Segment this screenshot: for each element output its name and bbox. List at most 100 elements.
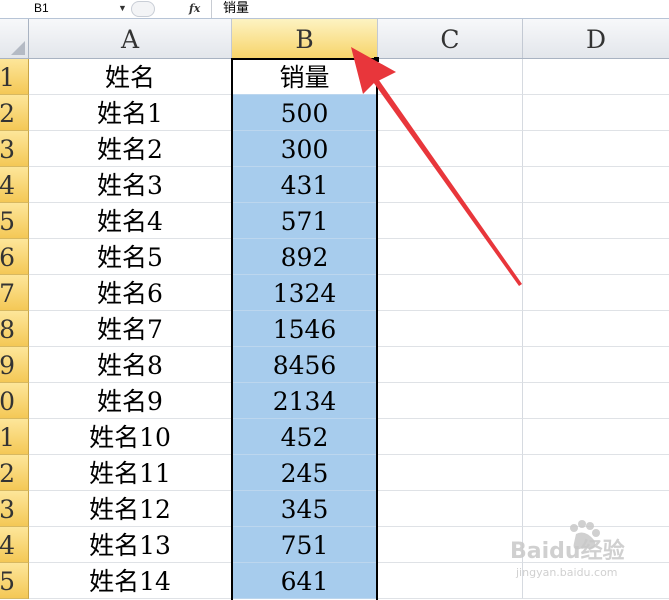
- column-header-a[interactable]: A: [29, 19, 232, 58]
- cell-c[interactable]: [378, 59, 523, 95]
- cell-d[interactable]: [523, 491, 669, 527]
- cell-a[interactable]: 姓名14: [29, 563, 232, 599]
- cell-d[interactable]: [523, 167, 669, 203]
- row-header[interactable]: 15: [0, 563, 29, 599]
- cell-d[interactable]: [523, 311, 669, 347]
- cell-b[interactable]: 500: [232, 95, 377, 131]
- cell-c[interactable]: [378, 131, 523, 167]
- cell-a[interactable]: 姓名4: [29, 203, 232, 239]
- cell-b[interactable]: 431: [232, 167, 377, 203]
- row-header[interactable]: 2: [0, 95, 29, 131]
- cell-c[interactable]: [378, 239, 523, 275]
- cell-a[interactable]: 姓名12: [29, 491, 232, 527]
- cell-b[interactable]: 452: [232, 419, 377, 455]
- cell-c[interactable]: [378, 347, 523, 383]
- formula-input[interactable]: 销量: [223, 0, 249, 17]
- row-number: 2: [0, 99, 15, 128]
- row-number: 14: [0, 531, 15, 560]
- cell-c[interactable]: [378, 275, 523, 311]
- row-number: 15: [0, 567, 15, 596]
- cell-b[interactable]: 8456: [232, 347, 377, 383]
- cell-d[interactable]: [523, 383, 669, 419]
- cell-c[interactable]: [378, 563, 523, 599]
- name-box[interactable]: B1 ▼: [0, 0, 128, 17]
- column-header-row: A B C D: [0, 19, 669, 60]
- cell-c[interactable]: [378, 311, 523, 347]
- chevron-down-icon[interactable]: ▼: [118, 0, 127, 17]
- cell-d[interactable]: [523, 59, 669, 95]
- row-header[interactable]: 13: [0, 491, 29, 527]
- cell-d[interactable]: [523, 347, 669, 383]
- row-number: 7: [0, 279, 15, 308]
- cell-c[interactable]: [378, 383, 523, 419]
- cell-c[interactable]: [378, 203, 523, 239]
- row-number: 13: [0, 495, 15, 524]
- cell-a[interactable]: 姓名1: [29, 95, 232, 131]
- cell-a[interactable]: 姓名8: [29, 347, 232, 383]
- cell-b[interactable]: 751: [232, 527, 377, 563]
- cell-a[interactable]: 姓名11: [29, 455, 232, 491]
- cell-c[interactable]: [378, 491, 523, 527]
- cell-a[interactable]: 姓名6: [29, 275, 232, 311]
- row-header[interactable]: 6: [0, 239, 29, 275]
- cell-b[interactable]: 641: [232, 563, 377, 599]
- worksheet-grid: 1 姓名 销量 2 姓名1 500 3 姓名2 300 4 姓名3 431 5 姓名4 571 6 姓名5 892…: [0, 59, 669, 599]
- cell-a[interactable]: 姓名9: [29, 383, 232, 419]
- cell-a[interactable]: 姓名10: [29, 419, 232, 455]
- cell-a[interactable]: 姓名: [29, 59, 232, 95]
- cell-b[interactable]: 2134: [232, 383, 377, 419]
- row-number: 1: [0, 63, 15, 92]
- cell-d[interactable]: [523, 203, 669, 239]
- cell-b[interactable]: 345: [232, 491, 377, 527]
- cell-d[interactable]: [523, 419, 669, 455]
- cell-c[interactable]: [378, 167, 523, 203]
- cell-d[interactable]: [523, 527, 669, 563]
- cell-d[interactable]: [523, 131, 669, 167]
- row-header[interactable]: 8: [0, 311, 29, 347]
- cell-a[interactable]: 姓名13: [29, 527, 232, 563]
- cell-c[interactable]: [378, 95, 523, 131]
- cell-b[interactable]: 1546: [232, 311, 377, 347]
- row-header[interactable]: 4: [0, 167, 29, 203]
- row-header[interactable]: 3: [0, 131, 29, 167]
- cell-d[interactable]: [523, 563, 669, 599]
- cell-c[interactable]: [378, 419, 523, 455]
- column-header-d[interactable]: D: [523, 19, 669, 58]
- fill-handle[interactable]: [374, 57, 379, 62]
- row-number: 4: [0, 171, 15, 200]
- insert-function-icon[interactable]: fx: [189, 0, 200, 17]
- row-header[interactable]: 5: [0, 203, 29, 239]
- formula-bar-resize-handle[interactable]: [131, 1, 155, 17]
- column-header-c[interactable]: C: [378, 19, 523, 58]
- cell-c[interactable]: [378, 455, 523, 491]
- row-header[interactable]: 14: [0, 527, 29, 563]
- cell-b[interactable]: 1324: [232, 275, 377, 311]
- cell-b[interactable]: 892: [232, 239, 377, 275]
- row-number: 9: [0, 351, 15, 380]
- cell-a[interactable]: 姓名2: [29, 131, 232, 167]
- row-header[interactable]: 9: [0, 347, 29, 383]
- formula-bar-divider: [211, 0, 212, 18]
- row-header[interactable]: 12: [0, 455, 29, 491]
- cell-b[interactable]: 245: [232, 455, 377, 491]
- cell-a[interactable]: 姓名3: [29, 167, 232, 203]
- row-number: 3: [0, 135, 15, 164]
- name-box-value: B1: [34, 1, 49, 15]
- cell-a[interactable]: 姓名5: [29, 239, 232, 275]
- cell-c[interactable]: [378, 527, 523, 563]
- cell-d[interactable]: [523, 95, 669, 131]
- row-header[interactable]: 10: [0, 383, 29, 419]
- cell-d[interactable]: [523, 455, 669, 491]
- cell-b[interactable]: 300: [232, 131, 377, 167]
- cell-d[interactable]: [523, 239, 669, 275]
- row-number: 11: [0, 423, 15, 452]
- cell-d[interactable]: [523, 275, 669, 311]
- row-header[interactable]: 11: [0, 419, 29, 455]
- cell-b[interactable]: 销量: [232, 59, 377, 95]
- row-header[interactable]: 7: [0, 275, 29, 311]
- cell-b[interactable]: 571: [232, 203, 377, 239]
- cell-a[interactable]: 姓名7: [29, 311, 232, 347]
- select-all-button[interactable]: [0, 19, 29, 58]
- row-header[interactable]: 1: [0, 59, 29, 95]
- column-header-b[interactable]: B: [232, 19, 378, 60]
